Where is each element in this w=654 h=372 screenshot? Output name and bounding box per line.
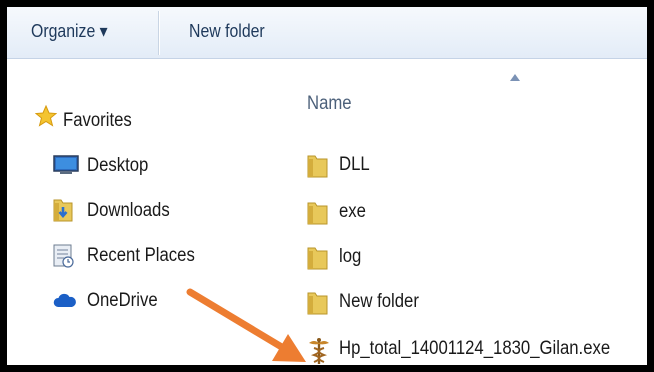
- file-name: DLL: [339, 154, 370, 175]
- file-name: Hp_total_14001124_1830_Gilan.exe: [339, 338, 611, 359]
- cloud-icon: [53, 293, 76, 307]
- folder-icon: [307, 247, 328, 270]
- nav-label-favorites: Favorites: [63, 110, 132, 131]
- downloads-folder-icon: [53, 199, 73, 222]
- file-name: log: [339, 246, 362, 267]
- folder-icon: [307, 155, 328, 178]
- star-icon: [35, 105, 57, 127]
- sort-ascending-icon: [510, 74, 520, 81]
- nav-label-onedrive: OneDrive: [87, 290, 158, 311]
- folder-icon: [307, 292, 328, 315]
- new-folder-button[interactable]: New folder: [189, 21, 265, 42]
- file-list: Name DLL exe log New folder Hp_total_140…: [287, 59, 647, 365]
- nav-label-desktop: Desktop: [87, 155, 149, 176]
- nav-label-downloads: Downloads: [87, 200, 170, 221]
- command-bar: Organize ▾ New folder: [7, 7, 647, 59]
- nav-label-recent-places: Recent Places: [87, 245, 195, 266]
- desktop-icon: [53, 155, 79, 174]
- file-name: exe: [339, 201, 366, 222]
- column-header-name[interactable]: Name: [307, 93, 352, 115]
- organize-button[interactable]: Organize ▾: [31, 21, 108, 42]
- recent-places-icon: [53, 244, 74, 268]
- navigation-pane: Favorites Desktop Downloads Recent Place…: [7, 59, 287, 365]
- folder-icon: [307, 202, 328, 225]
- file-name: New folder: [339, 291, 419, 312]
- toolbar-separator: [158, 11, 159, 55]
- caduceus-exe-icon: [309, 338, 329, 364]
- explorer-window: Organize ▾ New folder Favorites Desktop: [7, 7, 647, 365]
